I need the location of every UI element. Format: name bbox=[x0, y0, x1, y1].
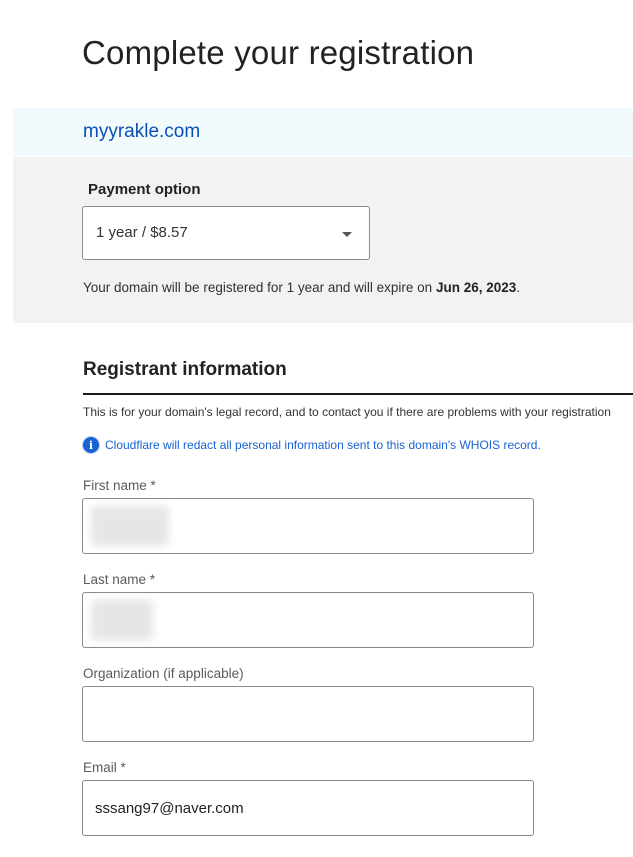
expiry-date: Jun 26, 2023 bbox=[435, 280, 517, 295]
email-label: Email * bbox=[83, 760, 126, 775]
payment-option-label: Payment option bbox=[88, 181, 201, 198]
expiry-suffix: . bbox=[516, 280, 521, 295]
domain-banner: myyrakle.com bbox=[13, 108, 633, 156]
redacted-value bbox=[91, 506, 169, 546]
expiry-prefix: Your domain will be registered for 1 yea… bbox=[83, 280, 436, 295]
info-icon: i bbox=[83, 437, 99, 453]
payment-option-value: 1 year / $8.57 bbox=[96, 224, 188, 241]
registrant-section-title: Registrant information bbox=[83, 359, 287, 380]
chevron-down-icon bbox=[342, 232, 352, 237]
expiry-text: Your domain will be registered for 1 yea… bbox=[83, 280, 520, 295]
first-name-field[interactable] bbox=[82, 498, 534, 554]
page-title: Complete your registration bbox=[82, 34, 475, 71]
whois-note-text: Cloudflare will redact all personal info… bbox=[105, 438, 541, 452]
last-name-label: Last name * bbox=[83, 572, 156, 587]
section-divider bbox=[83, 393, 633, 395]
redacted-value bbox=[91, 600, 153, 640]
first-name-label: First name * bbox=[83, 478, 156, 493]
payment-panel: Payment option 1 year / $8.57 Your domai… bbox=[13, 157, 633, 323]
organization-label: Organization (if applicable) bbox=[83, 666, 244, 681]
registration-page: Complete your registration myyrakle.com … bbox=[0, 0, 633, 857]
payment-option-select[interactable]: 1 year / $8.57 bbox=[82, 206, 370, 260]
domain-name: myyrakle.com bbox=[83, 121, 201, 142]
email-field[interactable] bbox=[82, 780, 534, 836]
organization-field[interactable] bbox=[82, 686, 534, 742]
registrant-description: This is for your domain's legal record, … bbox=[83, 405, 611, 419]
last-name-field[interactable] bbox=[82, 592, 534, 648]
whois-redaction-note: i Cloudflare will redact all personal in… bbox=[83, 437, 541, 453]
